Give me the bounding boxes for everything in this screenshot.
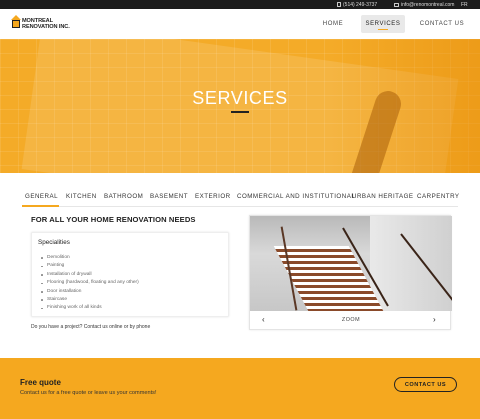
top-bar: (514) 249-3737 info@renomontreal.com FR: [0, 0, 480, 9]
nav-home-label: HOME: [322, 21, 344, 27]
list-item: Door installation: [41, 288, 139, 296]
free-quote-text: Contact us for a free quote or leave us …: [20, 390, 157, 396]
phone-number[interactable]: (514) 249-3737: [343, 2, 377, 8]
nav-contact[interactable]: CONTACT US: [418, 15, 466, 33]
list-item: Finishing work of all kinds: [41, 304, 139, 312]
phone-icon: [337, 2, 341, 7]
nav-contact-label: CONTACT US: [419, 21, 465, 27]
specialities-list: Demolition Painting Installation of dryw…: [41, 254, 139, 313]
logo[interactable]: MONTREAL RENOVATION INC.: [11, 15, 71, 33]
envelope-icon: [394, 2, 399, 7]
tab-urban-heritage[interactable]: URBAN HERITAGE: [352, 193, 414, 200]
house-icon: [12, 20, 20, 28]
hero-banner: SERVICES: [0, 39, 480, 173]
tab-general[interactable]: GENERAL: [25, 193, 58, 200]
specialities-title: Specialities: [38, 239, 70, 246]
specialities-card: Specialities Demolition Painting Install…: [31, 232, 229, 317]
email-address[interactable]: info@renomontreal.com: [401, 2, 454, 8]
tab-kitchen[interactable]: KITCHEN: [66, 193, 97, 200]
title-divider: [231, 111, 249, 113]
list-item: Painting: [41, 262, 139, 270]
phone-contact[interactable]: (514) 249-3737: [337, 2, 377, 8]
gallery: ‹ ZOOM ›: [249, 215, 452, 331]
nav-home[interactable]: HOME: [314, 15, 352, 33]
language-label[interactable]: FR: [461, 2, 468, 8]
page-title: SERVICES: [192, 88, 288, 108]
nav-services[interactable]: SERVICES: [361, 15, 405, 33]
tab-commercial[interactable]: COMMERCIAL AND INSTITUTIONAL: [237, 193, 355, 200]
staircase-photo[interactable]: [250, 216, 452, 311]
tab-basement[interactable]: BASEMENT: [150, 193, 188, 200]
active-tab-underline: [22, 205, 59, 207]
nav-services-label: SERVICES: [365, 21, 401, 27]
email-contact[interactable]: info@renomontreal.com: [394, 2, 454, 8]
free-quote-banner: Free quote Contact us for a free quote o…: [0, 358, 480, 419]
tab-carpentry[interactable]: CARPENTRY: [417, 193, 460, 200]
active-nav-underline: [378, 28, 388, 30]
tab-bathroom[interactable]: BATHROOM: [104, 193, 143, 200]
list-item: Installation of drywall: [41, 271, 139, 279]
site-header: MONTREAL RENOVATION INC. HOME SERVICES C…: [0, 9, 480, 39]
free-quote-title: Free quote: [20, 378, 61, 387]
list-item: Flooring (hardwood, floating and any oth…: [41, 279, 139, 287]
project-question: Do you have a project? Contact us online…: [31, 324, 151, 330]
list-item: Staircase: [41, 296, 139, 304]
logo-text-line2: RENOVATION INC.: [22, 24, 70, 30]
section-heading: FOR ALL YOUR HOME RENOVATION NEEDS: [31, 215, 196, 224]
contact-us-button[interactable]: CONTACT US: [394, 377, 457, 392]
gallery-caption-bar: ‹ ZOOM ›: [250, 311, 452, 331]
tab-exterior[interactable]: EXTERIOR: [195, 193, 231, 200]
zoom-label[interactable]: ZOOM: [250, 317, 452, 323]
language-switch[interactable]: FR: [461, 2, 468, 8]
list-item: Demolition: [41, 254, 139, 262]
chevron-right-icon[interactable]: ›: [433, 315, 436, 324]
tabs-divider: [22, 206, 458, 207]
